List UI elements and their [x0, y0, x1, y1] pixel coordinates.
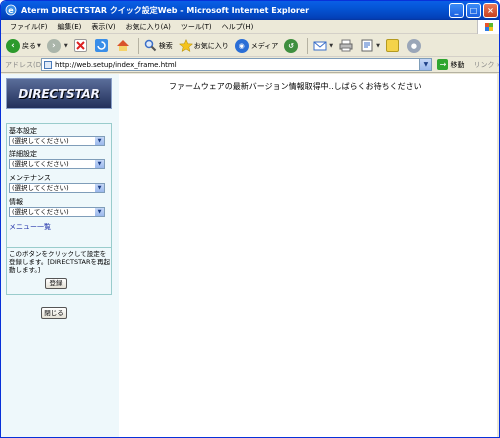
dropdown-arrow-icon: ▼ [63, 42, 68, 49]
go-label: 移動 [450, 60, 465, 69]
chevron-down-icon: ▼ [95, 208, 104, 216]
select-value: (選択してください) [12, 184, 69, 192]
messenger-button[interactable]: ● [405, 37, 425, 55]
window-right-border [497, 74, 499, 437]
windows-logo-icon [477, 20, 499, 34]
menu-file[interactable]: ファイル(F) [5, 20, 53, 34]
address-bar: アドレス(D) http://web.setup/index_frame.htm… [1, 57, 499, 73]
history-button[interactable]: ↺ [282, 37, 302, 55]
forward-arrow-icon: › [46, 38, 61, 53]
basic-settings-select[interactable]: (選択してください) ▼ [9, 136, 105, 146]
dropdown-arrow-icon: ▼ [329, 42, 334, 49]
maintenance-select[interactable]: (選択してください) ▼ [9, 183, 105, 193]
select-value: (選択してください) [12, 208, 69, 216]
register-panel: このボタンをクリックして設定を登録します。[DIRECTSTARを再起動します。… [6, 247, 112, 295]
search-icon [144, 39, 157, 52]
printer-icon [339, 39, 353, 52]
favorites-label: お気に入り [193, 41, 229, 50]
close-icon: × [487, 6, 494, 15]
group-label-advanced: 詳細設定 [9, 150, 37, 158]
media-button[interactable]: ◉ メディア [233, 37, 281, 55]
menu-edit[interactable]: 編集(E) [53, 20, 87, 34]
go-button[interactable]: → 移動 [437, 59, 464, 70]
menu-favorites[interactable]: お気に入り(A) [121, 20, 176, 34]
maximize-icon: □ [469, 6, 478, 15]
group-label-info: 情報 [9, 198, 23, 206]
home-icon [116, 39, 129, 52]
register-note: このボタンをクリックして設定を登録します。[DIRECTSTARを再起動します。… [9, 250, 110, 274]
close-window-button[interactable]: × [483, 3, 498, 18]
maximize-button[interactable]: □ [466, 3, 481, 18]
chevron-down-icon: ▼ [95, 184, 104, 192]
star-icon [178, 39, 193, 52]
print-button[interactable] [337, 37, 356, 55]
menu-bar: ファイル(F) 編集(E) 表示(V) お気に入り(A) ツール(T) ヘルプ(… [1, 20, 499, 34]
chat-bubble-icon: ● [406, 38, 421, 53]
stop-button[interactable] [72, 37, 91, 55]
window-title: Aterm DIRECTSTAR クイック設定Web - Microsoft I… [21, 6, 310, 15]
register-button[interactable]: 登録 [45, 278, 67, 289]
refresh-button[interactable] [93, 37, 112, 55]
stop-icon [73, 39, 87, 52]
toolbar: ‹ 戻る ▼ › ▼ 検索 お気に入り ◉ メディア ↺ ▼ ▼ ● [1, 35, 499, 57]
menu-list-link[interactable]: メニュー一覧 [9, 222, 51, 232]
go-arrow-icon: → [437, 59, 449, 70]
mail-button[interactable]: ▼ [311, 37, 335, 55]
sidebar-frame: DIRECTSTAR 基本設定 (選択してください) ▼ 詳細設定 (選択してく… [1, 74, 119, 437]
info-select[interactable]: (選択してください) ▼ [9, 207, 105, 217]
toolbar-separator [307, 37, 309, 54]
toolbar-separator [137, 37, 139, 54]
page-content: DIRECTSTAR 基本設定 (選択してください) ▼ 詳細設定 (選択してく… [1, 74, 499, 437]
media-label: メディア [250, 41, 279, 50]
group-label-basic: 基本設定 [9, 127, 37, 135]
menu-help[interactable]: ヘルプ(H) [217, 20, 259, 34]
edit-page-icon [360, 39, 373, 52]
status-message: ファームウェアの最新バージョン情報取得中..しばらくお待ちください [169, 82, 422, 91]
edit-button[interactable]: ▼ [358, 37, 382, 55]
browser-window: e Aterm DIRECTSTAR クイック設定Web - Microsoft… [0, 0, 500, 438]
home-button[interactable] [114, 37, 133, 55]
media-icon: ◉ [234, 38, 249, 53]
dropdown-arrow-icon: ▼ [376, 42, 380, 49]
back-arrow-icon: ‹ [6, 38, 20, 53]
minimize-button[interactable]: _ [449, 3, 464, 18]
dropdown-arrow-icon: ▼ [37, 42, 41, 49]
history-icon: ↺ [284, 38, 299, 53]
title-bar[interactable]: e Aterm DIRECTSTAR クイック設定Web - Microsoft… [1, 1, 499, 20]
window-controls: _ □ × [449, 3, 498, 18]
mail-icon [313, 39, 327, 52]
advanced-settings-select[interactable]: (選択してください) ▼ [9, 159, 105, 169]
menu-view[interactable]: 表示(V) [86, 20, 120, 34]
close-button[interactable]: 閉じる [41, 307, 67, 319]
svg-text:e: e [8, 6, 14, 15]
favorites-button[interactable]: お気に入り [177, 37, 231, 55]
directstar-logo: DIRECTSTAR [6, 78, 112, 109]
folder-icon [385, 39, 399, 52]
links-button[interactable]: リンク » [473, 60, 499, 70]
chevron-down-icon: ▼ [95, 137, 104, 145]
refresh-icon [94, 39, 108, 52]
chevron-down-icon: ▼ [95, 160, 104, 168]
address-input[interactable]: http://web.setup/index_frame.html ▼ [41, 58, 433, 71]
address-url: http://web.setup/index_frame.html [55, 60, 177, 69]
address-label: アドレス(D) [5, 60, 44, 69]
minimize-icon: _ [454, 6, 459, 15]
forward-button[interactable]: › ▼ [45, 37, 70, 55]
back-label: 戻る [22, 41, 36, 50]
search-label: 検索 [158, 41, 173, 50]
logo-text: DIRECTSTAR [18, 86, 100, 101]
back-button[interactable]: ‹ 戻る ▼ [4, 37, 43, 55]
page-icon [44, 61, 52, 69]
discuss-button[interactable] [384, 37, 403, 55]
group-label-maintenance: メンテナンス [9, 174, 51, 182]
search-button[interactable]: 検索 [142, 37, 175, 55]
menu-tools[interactable]: ツール(T) [176, 20, 217, 34]
select-value: (選択してください) [12, 137, 69, 145]
ie-icon: e [5, 4, 17, 16]
address-dropdown-icon[interactable]: ▼ [419, 59, 432, 70]
select-value: (選択してください) [12, 160, 69, 168]
